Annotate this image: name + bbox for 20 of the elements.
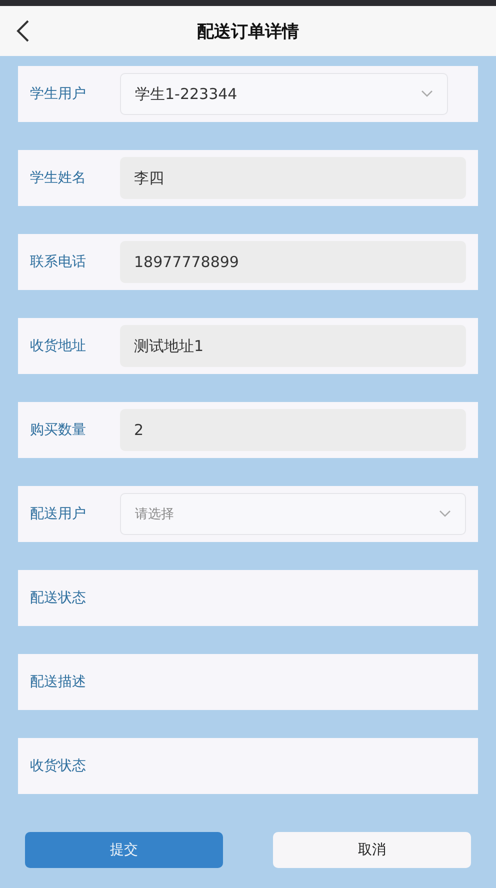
back-icon[interactable] [16, 20, 30, 42]
select-field[interactable]: 学生1-223344 [120, 73, 448, 115]
chevron-down-icon [421, 90, 433, 98]
field-label: 学生用户 [30, 85, 87, 103]
field-label: 学生姓名 [30, 169, 87, 187]
submit-button[interactable]: 提交 [25, 832, 223, 868]
field-label: 收货地址 [30, 337, 87, 355]
cancel-button[interactable]: 取消 [273, 832, 471, 868]
field-label: 购买数量 [30, 421, 87, 439]
page-title: 配送订单详情 [197, 20, 299, 42]
field-label: 收货状态 [30, 757, 87, 775]
chevron-down-icon [439, 510, 451, 518]
input-field[interactable]: 李四 [120, 157, 466, 199]
field-label: 配送状态 [30, 589, 87, 607]
input-field[interactable]: 测试地址1 [120, 325, 466, 367]
field-label: 联系电话 [30, 253, 87, 271]
field-label: 配送用户 [30, 505, 87, 523]
input-field[interactable]: 2 [120, 409, 466, 451]
input-field[interactable]: 18977778899 [120, 241, 466, 283]
field-label: 配送描述 [30, 673, 87, 691]
